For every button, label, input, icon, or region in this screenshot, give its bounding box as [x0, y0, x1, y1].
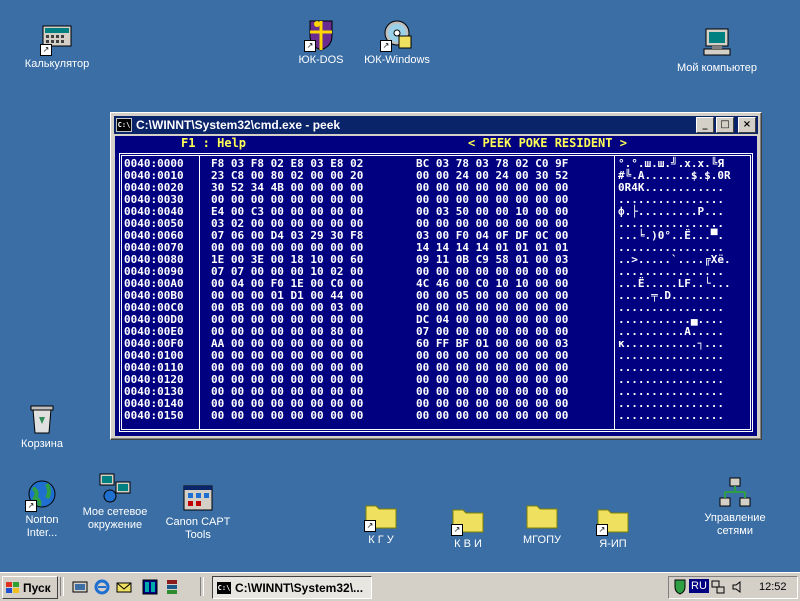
- folder-icon: ↗: [451, 502, 485, 536]
- globe-icon: ↗: [25, 478, 59, 512]
- system-tray: RU 12:52: [668, 576, 798, 599]
- desktop-icon-yuk-windows[interactable]: ↗ ЮК-Windows: [352, 18, 442, 67]
- ascii-cell[interactable]: ................: [618, 410, 731, 422]
- desktop-icon-label: Мое сетевое окружение: [82, 506, 148, 531]
- start-button[interactable]: Пуск: [2, 576, 58, 599]
- shortcut-arrow-icon: ↗: [25, 500, 37, 512]
- recycle-bin-icon: [25, 402, 59, 436]
- winrar-icon[interactable]: [164, 579, 180, 595]
- clock[interactable]: 12:52: [759, 581, 787, 593]
- network-icon: [98, 470, 132, 504]
- desktop-icon-label: Я-ИП: [599, 538, 627, 550]
- start-label: Пуск: [23, 580, 51, 595]
- ascii-column[interactable]: °.°.ш.ш.╝.x.x.╚Я #╚.А.......$.$.0R 0R4K...…: [618, 158, 731, 422]
- taskbar-separator: [200, 577, 204, 596]
- desktop-icon-label: Калькулятор: [24, 58, 90, 70]
- window-titlebar[interactable]: C:\ C:\WINNT\System32\cmd.exe - peek _ □…: [114, 116, 758, 134]
- desktop-icon-label: Canon CAPT Tools: [165, 516, 231, 541]
- shortcut-arrow-icon: ↗: [40, 44, 52, 56]
- console-area[interactable]: F1 : Help < PEEK POKE RESIDENT > 0040:00…: [115, 136, 757, 436]
- show-desktop-icon[interactable]: [72, 579, 88, 595]
- cd-icon: ↗: [380, 18, 414, 52]
- console-header: F1 : Help < PEEK POKE RESIDENT >: [115, 136, 757, 150]
- desktop-icon-label: Norton Inter...: [25, 514, 59, 539]
- taskbar-separator: [60, 577, 64, 596]
- desktop-icon-network-management[interactable]: Управление сетями: [690, 476, 780, 538]
- desktop-icon-label: Мой компьютер: [676, 62, 758, 74]
- program-banner: < PEEK POKE RESIDENT >: [468, 136, 627, 150]
- console-window[interactable]: C:\ C:\WINNT\System32\cmd.exe - peek _ □…: [110, 112, 762, 440]
- shield-icon: ↗: [304, 18, 338, 52]
- close-button[interactable]: ×: [738, 117, 756, 133]
- desktop-icon-ya-ip[interactable]: ↗ Я-ИП: [568, 502, 658, 551]
- taskbar: Пуск C:\ C:\WINNT\System32\... RU 12:52: [0, 572, 800, 601]
- window-title: C:\WINNT\System32\cmd.exe - peek: [136, 118, 341, 132]
- far-manager-icon[interactable]: [142, 579, 158, 595]
- folder-tools-icon: [181, 480, 215, 514]
- shortcut-arrow-icon: ↗: [364, 520, 376, 532]
- desktop-icon-recycle-bin[interactable]: Корзина: [0, 402, 87, 451]
- shortcut-arrow-icon: ↗: [596, 524, 608, 536]
- shortcut-arrow-icon: ↗: [451, 524, 463, 536]
- folder-icon: ↗: [364, 498, 398, 532]
- folder-icon: [525, 498, 559, 532]
- taskbar-button-cmd[interactable]: C:\ C:\WINNT\System32\...: [212, 576, 372, 599]
- language-indicator[interactable]: RU: [689, 579, 709, 593]
- shield-icon[interactable]: [673, 579, 687, 598]
- desktop-icon-label: ЮК-Windows: [364, 54, 430, 66]
- desktop-icon-calculator[interactable]: ↗ Калькулятор: [12, 22, 102, 71]
- shortcut-arrow-icon: ↗: [304, 40, 316, 52]
- folder-icon: ↗: [596, 502, 630, 536]
- hex-right-column[interactable]: BC 03 78 03 78 02 C0 9F 00 00 24 00 24 00…: [416, 158, 568, 422]
- address-cell: 0040:0150: [124, 409, 184, 422]
- calculator-icon: ↗: [40, 22, 74, 56]
- maximize-button[interactable]: □: [716, 117, 734, 133]
- network-management-icon: [718, 476, 752, 510]
- volume-icon[interactable]: [731, 580, 745, 597]
- hex-left-column[interactable]: F8 03 F8 02 E8 03 E8 02 23 C8 00 80 02 00…: [211, 158, 363, 422]
- desktop-icon-kgu[interactable]: ↗ К Г У: [336, 498, 426, 547]
- desktop-icon-my-computer[interactable]: Мой компьютер: [672, 26, 762, 75]
- hex-bytes-left[interactable]: 00 00 00 00 00 00 00 00: [211, 410, 363, 422]
- address-column: 0040:0000 0040:0010 0040:0020 0040:0030 0040…: [124, 158, 184, 422]
- help-hint: F1 : Help: [181, 136, 247, 150]
- windows-logo-icon: [6, 581, 20, 594]
- console-icon[interactable]: C:\: [116, 118, 132, 132]
- desktop-icon-label: К Г У: [368, 534, 394, 546]
- column-separator: [614, 156, 615, 429]
- taskbar-button-label: C:\WINNT\System32\...: [235, 580, 364, 595]
- shortcut-arrow-icon: ↗: [380, 40, 392, 52]
- computer-icon: [700, 26, 734, 60]
- column-separator: [199, 156, 200, 429]
- desktop-icon-label: Корзина: [21, 438, 63, 450]
- outlook-express-icon[interactable]: [116, 579, 132, 595]
- network-tray-icon[interactable]: [711, 580, 725, 597]
- hex-bytes-right[interactable]: 00 00 00 00 00 00 00 00: [416, 410, 568, 422]
- internet-explorer-icon[interactable]: [94, 579, 110, 595]
- console-icon: C:\: [217, 581, 231, 594]
- memory-dump-panel: 0040:0000 0040:0010 0040:0020 0040:0030 0040…: [119, 153, 753, 432]
- desktop-icon-network-places[interactable]: Мое сетевое окружение: [70, 470, 160, 532]
- desktop-icon-label: Управление сетями: [704, 512, 766, 537]
- minimize-button[interactable]: _: [696, 117, 714, 133]
- desktop-icon-canon-capt[interactable]: Canon CAPT Tools: [153, 480, 243, 542]
